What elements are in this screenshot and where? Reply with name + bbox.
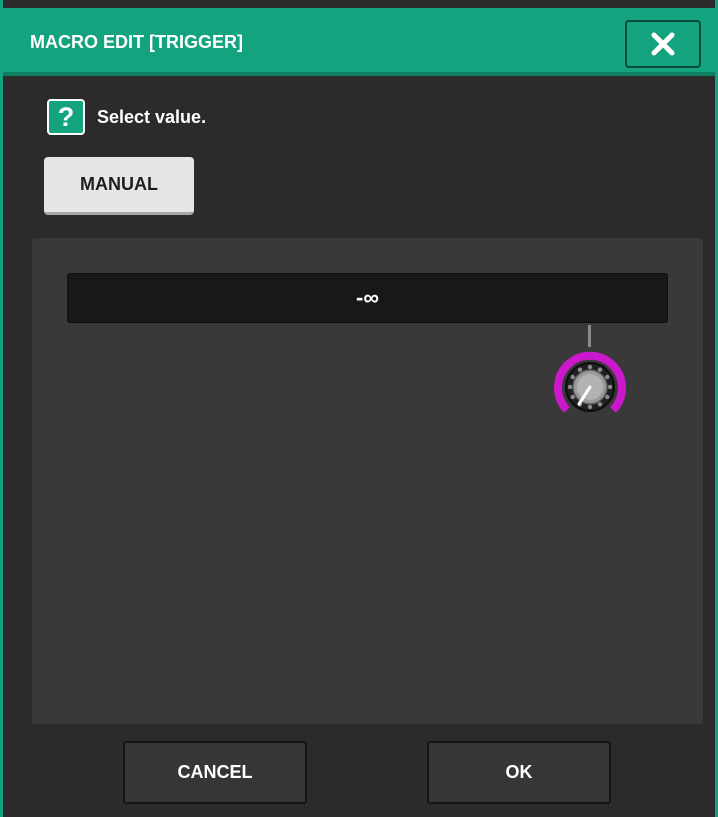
- cancel-button[interactable]: CANCEL: [123, 741, 307, 804]
- close-button[interactable]: [625, 20, 701, 68]
- macro-edit-dialog: MACRO EDIT [TRIGGER] ? Select value. MAN…: [0, 0, 718, 817]
- title-bar: MACRO EDIT [TRIGGER]: [3, 8, 715, 76]
- manual-button[interactable]: MANUAL: [44, 157, 194, 215]
- dialog-title: MACRO EDIT [TRIGGER]: [30, 32, 243, 52]
- ok-button[interactable]: OK: [427, 741, 611, 804]
- value-panel: -∞: [32, 238, 703, 724]
- close-icon: [651, 32, 675, 56]
- rotary-knob-icon[interactable]: [545, 342, 635, 432]
- value-display: -∞: [67, 273, 668, 323]
- help-text: Select value.: [97, 106, 207, 127]
- question-icon: ?: [47, 99, 85, 135]
- help-row: ? Select value.: [47, 99, 206, 135]
